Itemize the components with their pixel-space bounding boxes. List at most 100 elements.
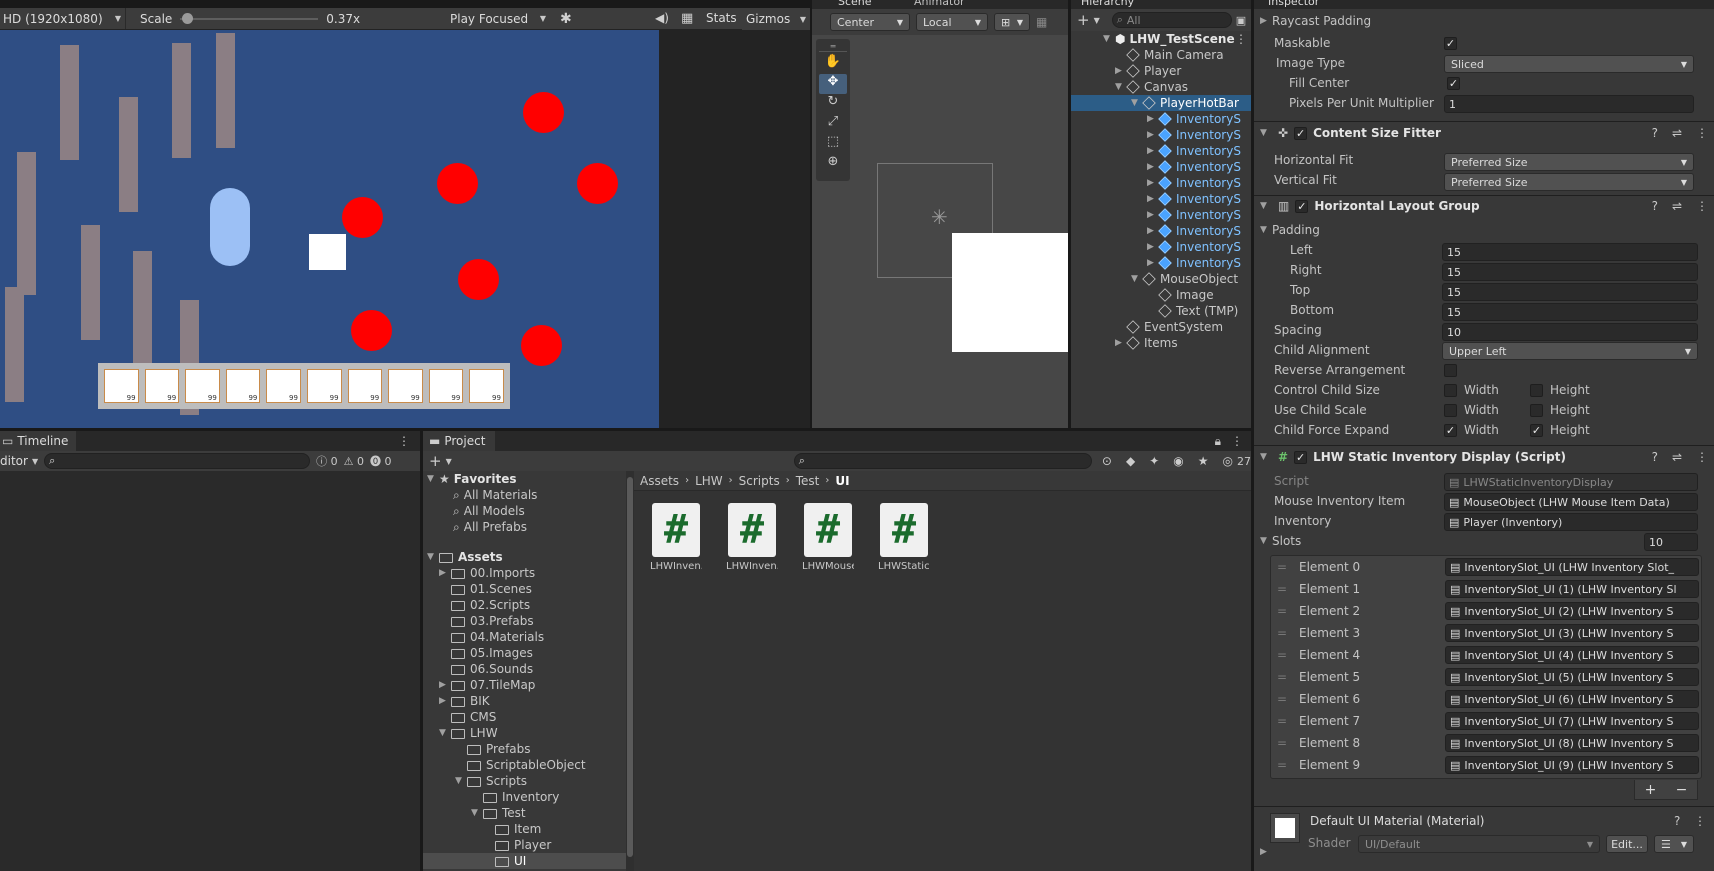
shader-menu-button[interactable]: ☰ ▼ xyxy=(1654,835,1694,853)
padding-top-field[interactable]: 15 xyxy=(1442,283,1698,301)
stats-button[interactable]: Stats xyxy=(706,11,737,25)
tree-scrollbar[interactable] xyxy=(626,471,634,871)
resolution-dropdown[interactable]: HD (1920x1080) ▼ xyxy=(0,8,126,29)
hierarchy-item[interactable]: ▶ InventoryS xyxy=(1071,223,1251,239)
hidden-packages-icon[interactable]: ◉ xyxy=(1173,454,1183,468)
log-count[interactable]: ⓘ 0 xyxy=(316,453,338,469)
folder-item[interactable]: CMS xyxy=(423,709,626,725)
slot-element-row[interactable]: = Element 6 ▤ InventorySlot_UI (6) (LHW Inv… xyxy=(1271,688,1701,710)
image-type-dropdown[interactable]: Sliced ▼ xyxy=(1444,55,1694,73)
hierarchy-search[interactable]: ⌕ All xyxy=(1111,12,1232,28)
selected-ui-rect[interactable] xyxy=(952,233,1068,352)
more-icon[interactable]: ⋮ xyxy=(1696,126,1708,140)
content-size-fitter-header[interactable]: ▼ ✜ ✓ Content Size Fitter ? ⇌ ⋮ xyxy=(1260,126,1708,140)
horizontal-fit-dropdown[interactable]: Preferred Size ▼ xyxy=(1444,153,1694,171)
cfe-width-checkbox[interactable]: ✓ xyxy=(1444,424,1457,437)
breadcrumb-item[interactable]: Test xyxy=(796,474,820,488)
padding-left-field[interactable]: 15 xyxy=(1442,243,1698,261)
chevron-down-icon[interactable]: ▼ xyxy=(1094,16,1100,25)
hotbar-slot[interactable]: 99 xyxy=(388,369,423,403)
drag-handle-icon[interactable]: = xyxy=(1277,560,1299,574)
folder-item[interactable]: 03.Prefabs xyxy=(423,613,626,629)
play-mode-dropdown[interactable]: Play Focused ▼ xyxy=(448,8,552,29)
hierarchy-item[interactable]: ▶ InventoryS xyxy=(1071,255,1251,271)
hierarchy-item[interactable]: ▶ InventoryS xyxy=(1071,143,1251,159)
shader-dropdown[interactable]: UI/Default ▼ xyxy=(1358,835,1600,853)
slot-object-field[interactable]: ▤ InventorySlot_UI (9) (LHW Inventory S xyxy=(1445,756,1699,774)
ccs-width-checkbox[interactable] xyxy=(1444,384,1457,397)
space-dropdown[interactable]: Local ▼ xyxy=(916,13,988,31)
hierarchy-item[interactable]: ▶ InventoryS xyxy=(1071,239,1251,255)
favorite-icon[interactable]: ✦ xyxy=(1149,454,1159,468)
slot-element-row[interactable]: = Element 0 ▤ InventorySlot_UI (LHW Invento… xyxy=(1271,556,1701,578)
rect-tool-icon[interactable]: ⬚ xyxy=(819,134,847,154)
padding-bottom-field[interactable]: 15 xyxy=(1442,303,1698,321)
slot-object-field[interactable]: ▤ InventorySlot_UI (2) (LHW Inventory S xyxy=(1445,602,1699,620)
search-by-label-icon[interactable]: ◆ xyxy=(1126,454,1135,468)
pivot-dropdown[interactable]: Center ▼ xyxy=(830,13,910,31)
hierarchy-item[interactable]: ▶ InventoryS xyxy=(1071,127,1251,143)
help-icon[interactable]: ? xyxy=(1652,199,1658,213)
breadcrumb-item[interactable]: Scripts xyxy=(739,474,780,488)
scale-slider[interactable] xyxy=(180,12,319,25)
padding-foldout[interactable]: ▼ Padding xyxy=(1260,223,1320,237)
preset-icon[interactable]: ⇌ xyxy=(1672,450,1682,464)
timeline-search[interactable]: ⌕ xyxy=(44,453,311,469)
audio-icon[interactable]: ◀) xyxy=(655,11,669,25)
hierarchy-item[interactable]: Main Camera xyxy=(1071,47,1251,63)
gizmos-dropdown[interactable]: Gizmos ▼ xyxy=(742,8,810,30)
fill-center-checkbox[interactable]: ✓ xyxy=(1447,77,1460,90)
bug-icon[interactable]: ✱ xyxy=(560,11,572,27)
hotbar-slot[interactable]: 99 xyxy=(225,369,261,403)
hierarchy-item[interactable]: ▶ Player xyxy=(1071,63,1251,79)
scale-tool-icon[interactable]: ⤢ xyxy=(819,114,847,134)
slot-element-row[interactable]: = Element 8 ▤ InventorySlot_UI (8) (LHW Inv… xyxy=(1271,732,1701,754)
horizontal-layout-group-header[interactable]: ▼ ▥ ✓ Horizontal Layout Group ? ⇌ ⋮ xyxy=(1260,199,1708,213)
transform-tool-icon[interactable]: ⊕ xyxy=(819,154,847,174)
timeline-mode-dropdown[interactable]: ditor ▼ xyxy=(0,454,38,468)
raycast-padding-foldout[interactable]: ▶ Raycast Padding xyxy=(1260,14,1371,28)
drag-handle-icon[interactable]: = xyxy=(1277,736,1299,750)
warning-count[interactable]: ⚠ 0 xyxy=(344,455,364,468)
star-icon[interactable]: ★ xyxy=(1198,454,1209,468)
help-icon[interactable]: ? xyxy=(1652,450,1658,464)
slot-element-row[interactable]: = Element 5 ▤ InventorySlot_UI (5) (LHW Inv… xyxy=(1271,666,1701,688)
ppu-field[interactable]: 1 xyxy=(1444,95,1694,113)
folder-item[interactable]: ScriptableObject xyxy=(423,757,626,773)
hierarchy-item[interactable]: ▶ InventoryS xyxy=(1071,207,1251,223)
folder-item[interactable]: 04.Materials xyxy=(423,629,626,645)
error-count[interactable]: ⓿ 0 xyxy=(370,453,392,469)
scene-root[interactable]: ▼ ⬢ LHW_TestScene ⋮ xyxy=(1071,31,1251,47)
hotbar-slot[interactable]: 99 xyxy=(266,369,301,403)
tab-scene[interactable]: Scene xyxy=(838,0,872,8)
folder-item[interactable]: 06.Sounds xyxy=(423,661,626,677)
child-alignment-dropdown[interactable]: Upper Left ▼ xyxy=(1442,342,1698,360)
folder-item[interactable]: 01.Scenes xyxy=(423,581,626,597)
folder-item[interactable]: Prefabs xyxy=(423,741,626,757)
hierarchy-item[interactable]: ▶ Items xyxy=(1071,335,1251,351)
search-by-type-icon[interactable]: ⊙ xyxy=(1102,454,1112,468)
help-icon[interactable]: ? xyxy=(1652,126,1658,140)
scene-view[interactable]: ═ ✋ ✥ ↻ ⤢ ⬚ ⊕ ✳ xyxy=(812,35,1068,428)
slot-object-field[interactable]: ▤ InventorySlot_UI (1) (LHW Inventory Sl xyxy=(1445,580,1699,598)
tab-animator[interactable]: Animator xyxy=(914,0,965,8)
breadcrumb-item[interactable]: UI xyxy=(835,474,849,488)
add-icon[interactable]: + xyxy=(1645,782,1657,798)
edit-shader-button[interactable]: Edit... xyxy=(1606,835,1648,853)
reverse-arrangement-checkbox[interactable] xyxy=(1444,364,1457,377)
remove-icon[interactable]: − xyxy=(1676,782,1688,798)
add-icon[interactable]: + xyxy=(429,452,442,470)
hotbar-slot[interactable]: 99 xyxy=(306,369,342,403)
hierarchy-item[interactable]: ▶ InventoryS xyxy=(1071,191,1251,207)
breadcrumb-item[interactable]: LHW xyxy=(695,474,723,488)
slot-object-field[interactable]: ▤ InventorySlot_UI (3) (LHW Inventory S xyxy=(1445,624,1699,642)
tab-inspector[interactable]: Inspector xyxy=(1268,0,1319,8)
tab-hierarchy[interactable]: Hierarchy xyxy=(1081,0,1134,8)
drag-handle-icon[interactable]: = xyxy=(1277,714,1299,728)
hotbar-slot[interactable]: 99 xyxy=(469,369,504,403)
script-asset[interactable]: # LHWMouse... xyxy=(802,503,854,572)
favorite-item[interactable]: ⌕ All Models xyxy=(423,503,626,519)
scale-slider-handle[interactable] xyxy=(182,12,194,24)
slots-size-field[interactable]: 10 xyxy=(1644,533,1698,551)
hierarchy-item-selected[interactable]: ▼ PlayerHotBar xyxy=(1071,95,1251,111)
